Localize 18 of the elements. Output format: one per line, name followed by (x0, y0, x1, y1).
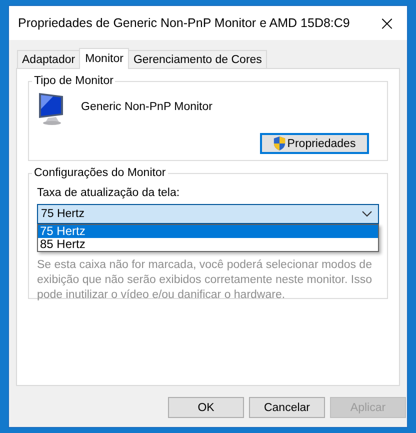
close-button[interactable]: × (367, 7, 407, 39)
tab[interactable]: Monitor (79, 48, 130, 69)
field-label: Taxa de atualização da tela: (37, 187, 181, 199)
dialog-button[interactable]: Cancelar (249, 397, 325, 418)
group-title: Configurações do Monitor (33, 167, 167, 179)
device-name: Generic Non-PnP Monitor (81, 101, 212, 113)
tab[interactable]: Adaptador (17, 50, 80, 68)
properties-button[interactable]: Propriedades (260, 133, 369, 154)
group-title: Tipo de Monitor (33, 75, 114, 87)
dropdown-option[interactable]: 75 Hertz (38, 225, 378, 238)
tab[interactable]: Gerenciamento de Cores (128, 50, 267, 68)
dialog-button[interactable]: OK (168, 397, 244, 418)
warning-text: Se esta caixa não for marcada, você poderá selecionar modos de exibição que não serão exibidos corretamente neste monitor. Isso pode inutilizar o vídeo e/ou danificar o hardware. (37, 258, 373, 303)
chevron-icon (362, 211, 372, 217)
shield-icon (273, 136, 286, 151)
dropdown-option[interactable]: 85 Hertz (38, 238, 378, 251)
dropdown[interactable]: 75 Hertz (37, 204, 379, 224)
window-title: Propriedades de Generic Non-PnP Monitor e AMD 15D8:C9 (18, 16, 351, 30)
